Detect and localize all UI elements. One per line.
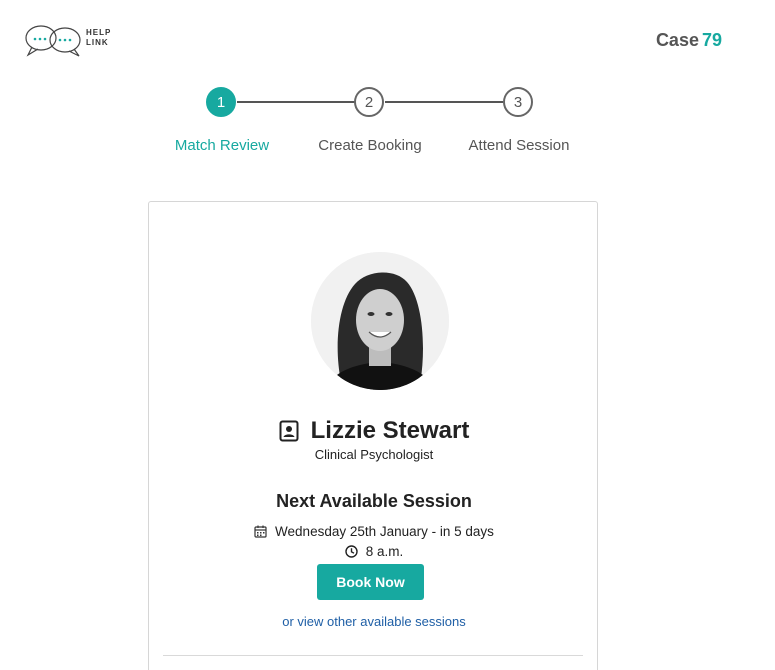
book-now-button[interactable]: Book Now <box>317 564 424 600</box>
step-2-label[interactable]: Create Booking <box>290 137 450 154</box>
avatar <box>311 252 449 390</box>
logo-wordmark: HELP LINK <box>86 28 111 48</box>
clock-icon <box>345 545 358 558</box>
therapist-name: Lizzie Stewart <box>310 417 470 444</box>
helplink-logo[interactable]: HELP LINK <box>24 18 114 60</box>
speech-bubbles-icon <box>25 25 81 57</box>
step-2-circle[interactable]: 2 <box>354 87 384 117</box>
step-3-label[interactable]: Attend Session <box>439 137 599 154</box>
logo-text-line1: HELP <box>86 28 112 37</box>
step-3-circle[interactable]: 3 <box>503 87 533 117</box>
case-indicator: Case 79 <box>656 30 722 51</box>
session-date: Wednesday 25th January - in 5 days <box>275 524 494 539</box>
step-connector <box>385 101 503 103</box>
step-1-label[interactable]: Match Review <box>142 137 302 154</box>
page: HELP LINK Case 79 1 2 3 Match Review Crea… <box>0 0 775 670</box>
progress-stepper: 1 2 3 Match Review Create Booking Attend… <box>0 86 775 166</box>
session-time: 8 a.m. <box>365 544 404 559</box>
step-1-circle[interactable]: 1 <box>206 87 236 117</box>
view-other-sessions-link[interactable]: or view other available sessions <box>149 614 599 629</box>
next-session-title: Next Available Session <box>276 491 472 511</box>
match-card: Lizzie Stewart Clinical Psychologist Nex… <box>148 201 598 670</box>
calendar-icon <box>254 525 267 538</box>
session-time-row: 8 a.m. <box>149 544 599 559</box>
therapist-role: Clinical Psychologist <box>314 447 434 462</box>
case-label: Case <box>655 30 699 50</box>
session-date-row: Wednesday 25th January - in 5 days <box>149 524 599 539</box>
step-connector <box>237 101 355 103</box>
card-divider <box>163 655 583 656</box>
case-number: 79 <box>701 30 722 50</box>
contact-card-icon <box>279 420 299 442</box>
therapist-name-row: Lizzie Stewart <box>149 417 599 445</box>
logo-text-line2: LINK <box>86 38 109 47</box>
profile-photo <box>311 252 449 390</box>
